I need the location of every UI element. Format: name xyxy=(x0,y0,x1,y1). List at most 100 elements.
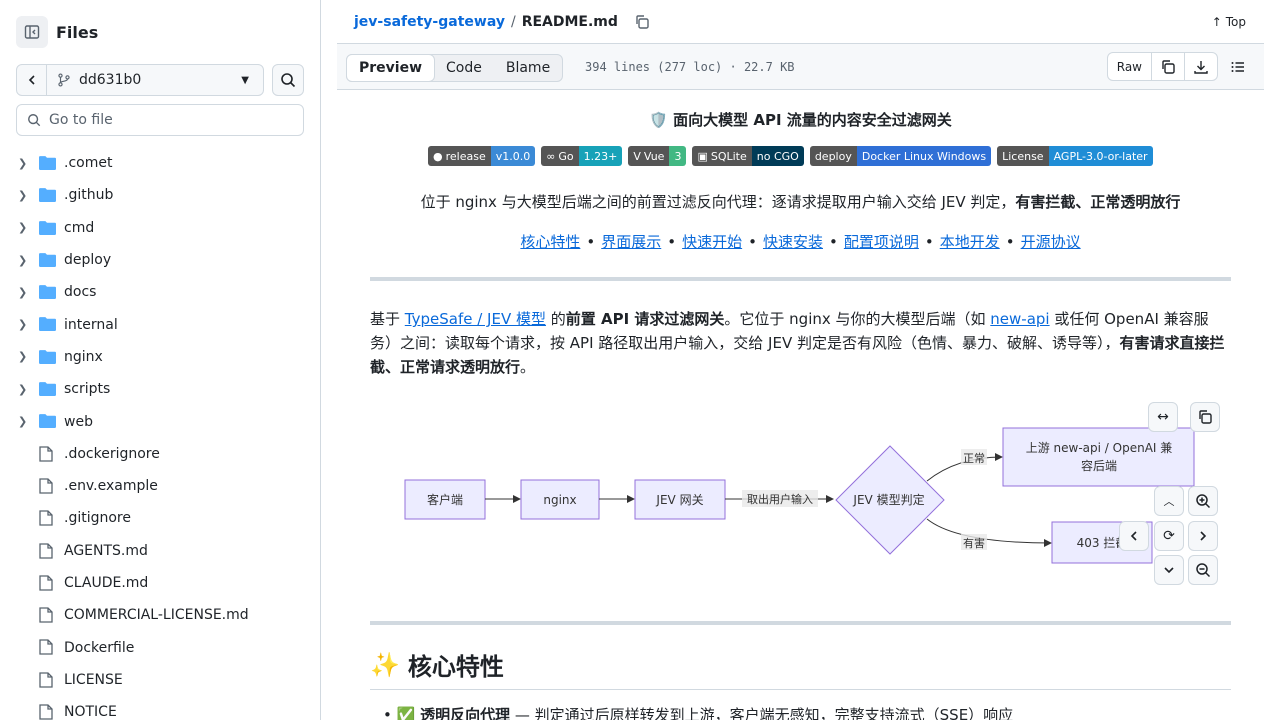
view-mode-tabs: Preview Code Blame xyxy=(346,54,564,82)
file-toolbar: Preview Code Blame 394 lines (277 loc) ·… xyxy=(337,44,1264,90)
badge-label: License xyxy=(997,146,1049,166)
intro-paragraph: 基于 TypeSafe / JEV 模型 的前置 API 请求过滤网关。它位于 … xyxy=(370,307,1231,379)
file-icon xyxy=(39,478,53,494)
tree-file[interactable]: .env.example xyxy=(0,470,320,502)
zoom-out-button[interactable] xyxy=(1188,555,1218,585)
nav-link-dev[interactable]: 本地开发 xyxy=(940,233,1000,251)
top-button[interactable]: ↑ Top xyxy=(1212,15,1246,29)
folder-icon xyxy=(39,414,56,429)
section-heading-features: ✨ 核心特性 xyxy=(370,647,504,682)
badge-release[interactable]: ● release v1.0.0 xyxy=(428,146,536,166)
folder-name: internal xyxy=(64,316,118,333)
nav-link-screenshots[interactable]: 界面展示 xyxy=(601,233,661,251)
badge-license[interactable]: License AGPL-3.0-or-later xyxy=(997,146,1153,166)
pan-right-button[interactable] xyxy=(1188,521,1218,551)
tree-file[interactable]: .dockerignore xyxy=(0,438,320,470)
node-judge-label: JEV 模型判定 xyxy=(852,492,924,507)
file-icon xyxy=(39,607,53,623)
file-view: jev-safety-gateway / README.md ↑ Top Pre… xyxy=(337,0,1264,720)
badge-sqlite[interactable]: ▣ SQLite no CGO xyxy=(692,146,804,166)
edge-extract-label: 取出用户输入 xyxy=(747,492,813,506)
branch-selector[interactable]: dd631b0 ▼ xyxy=(16,64,264,96)
repo-link[interactable]: jev-safety-gateway xyxy=(354,14,505,30)
file-icon xyxy=(39,542,53,559)
section-nav: 核心特性 • 界面展示 • 快速开始 • 快速安装 • 配置项说明 • 本地开发 • 开源协议 xyxy=(337,231,1264,252)
download-button[interactable] xyxy=(1185,53,1217,80)
badge-go[interactable]: ∞ Go 1.23+ xyxy=(541,146,623,166)
go-icon: ∞ xyxy=(546,149,556,163)
lead-paragraph: 位于 nginx 与大模型后端之间的前置过滤反向代理：逐请求提取用户输入交给 J… xyxy=(337,191,1264,212)
nav-link-license[interactable]: 开源协议 xyxy=(1021,233,1081,251)
tree-file[interactable]: AGENTS.md xyxy=(0,535,320,567)
file-header: jev-safety-gateway / README.md ↑ Top xyxy=(337,0,1264,44)
copy-raw-button[interactable] xyxy=(1152,53,1185,80)
tree-folder[interactable]: ❯ .github xyxy=(0,179,320,211)
tab-preview[interactable]: Preview xyxy=(346,54,436,82)
para-bold: 前置 API 请求过滤网关 xyxy=(565,310,725,328)
badge-value: 1.23+ xyxy=(578,146,623,166)
chevron-right-icon: ❯ xyxy=(18,253,28,267)
tree-file[interactable]: CLAUDE.md xyxy=(0,567,320,599)
back-button[interactable] xyxy=(17,65,47,95)
folder-name: scripts xyxy=(64,381,111,398)
breadcrumb: jev-safety-gateway / README.md xyxy=(354,14,650,30)
folder-icon xyxy=(39,349,56,364)
file-name: COMMERCIAL-LICENSE.md xyxy=(64,607,249,624)
chevron-right-icon: ❯ xyxy=(18,415,28,429)
tab-blame[interactable]: Blame xyxy=(494,55,562,81)
pan-up-button[interactable]: ︿ xyxy=(1154,486,1184,516)
tree-file[interactable]: NOTICE xyxy=(0,696,320,728)
folder-icon xyxy=(39,188,56,203)
expand-horizontal-icon: ↔ xyxy=(1157,409,1169,425)
new-api-link[interactable]: new-api xyxy=(990,310,1049,328)
zoom-in-icon xyxy=(1196,494,1211,509)
chevron-left-icon xyxy=(28,75,35,85)
tree-file[interactable]: Dockerfile xyxy=(0,631,320,663)
tree-file[interactable]: LICENSE xyxy=(0,664,320,696)
lead-bold: 有害拦截、正常透明放行 xyxy=(1015,193,1181,211)
badge-deploy[interactable]: deploy Docker Linux Windows xyxy=(809,146,992,166)
tree-folder[interactable]: ❯ deploy xyxy=(0,244,320,276)
tree-folder[interactable]: ❯ docs xyxy=(0,276,320,308)
arrow-up-icon: ↑ xyxy=(1211,14,1222,29)
outline-icon[interactable] xyxy=(1230,59,1246,75)
sparkles-icon: ✨ xyxy=(370,650,400,679)
badge-label: Vue xyxy=(643,149,665,163)
pan-down-button[interactable] xyxy=(1154,555,1184,585)
tree-folder[interactable]: ❯ scripts xyxy=(0,373,320,405)
copy-path-icon[interactable] xyxy=(634,14,650,30)
raw-button[interactable]: Raw xyxy=(1108,53,1152,80)
readme-title: 🛡️ 面向大模型 API 流量的内容安全过滤网关 xyxy=(337,109,1264,130)
search-files-button[interactable] xyxy=(272,64,304,96)
fullscreen-diagram-button[interactable]: ↔ xyxy=(1148,402,1178,432)
chevron-right-icon: ❯ xyxy=(18,350,28,364)
tree-file[interactable]: .gitignore xyxy=(0,502,320,534)
typesafe-link[interactable]: TypeSafe / JEV 模型 xyxy=(405,310,546,328)
tree-folder[interactable]: ❯ cmd xyxy=(0,212,320,244)
folder-icon xyxy=(39,317,56,332)
tree-file[interactable]: COMMERCIAL-LICENSE.md xyxy=(0,599,320,631)
badge-vue[interactable]: V Vue 3 xyxy=(628,146,687,166)
copy-diagram-button[interactable] xyxy=(1190,402,1220,432)
reset-view-button[interactable]: ⟳ xyxy=(1154,521,1184,551)
nav-link-install[interactable]: 快速安装 xyxy=(763,233,823,251)
lead-text: 位于 nginx 与大模型后端之间的前置过滤反向代理：逐请求提取用户输入交给 J… xyxy=(420,193,1016,211)
pan-left-button[interactable] xyxy=(1119,521,1149,551)
nav-link-config[interactable]: 配置项说明 xyxy=(844,233,919,251)
folder-name: deploy xyxy=(64,252,112,269)
nav-link-features[interactable]: 核心特性 xyxy=(520,233,580,251)
chevron-right-icon: ❯ xyxy=(18,318,28,332)
tree-folder[interactable]: ❯ .comet xyxy=(0,147,320,179)
tree-folder[interactable]: ❯ web xyxy=(0,405,320,437)
tree-folder[interactable]: ❯ internal xyxy=(0,308,320,340)
tree-folder[interactable]: ❯ nginx xyxy=(0,341,320,373)
copy-icon xyxy=(1199,410,1212,424)
node-upstream-line2: 容后端 xyxy=(1081,458,1117,473)
tab-code[interactable]: Code xyxy=(434,55,494,81)
sidebar-collapse-button[interactable] xyxy=(16,16,48,48)
branch-label: dd631b0 xyxy=(79,72,142,88)
chevron-right-icon: ❯ xyxy=(18,285,28,299)
go-to-file-input[interactable]: Go to file xyxy=(16,104,304,136)
zoom-in-button[interactable] xyxy=(1188,486,1218,516)
nav-link-quickstart[interactable]: 快速开始 xyxy=(682,233,742,251)
